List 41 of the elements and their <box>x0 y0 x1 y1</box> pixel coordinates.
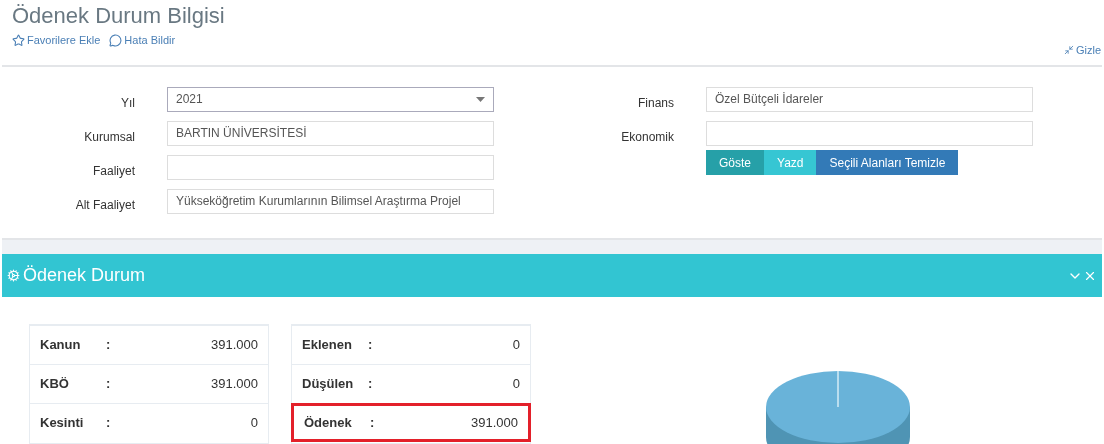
separator: : <box>370 413 375 432</box>
star-icon <box>12 33 25 47</box>
separator: : <box>106 375 111 394</box>
row-value: 0 <box>512 375 520 394</box>
separator: : <box>368 375 373 394</box>
input-field[interactable] <box>167 154 494 180</box>
field-label: Faaliyet <box>91 163 135 180</box>
row-label: Düşülen <box>302 375 355 394</box>
panel-title: Ödenek Durum <box>23 264 147 287</box>
page-title: Ödenek Durum Bilgisi <box>12 2 226 30</box>
row-label: Ödenek <box>304 413 353 432</box>
speech-bubble-icon <box>109 33 123 47</box>
row-value: 391.000 <box>211 375 258 394</box>
input-field[interactable]: Yükseköğretim Kurumlarının Bilimsel Araştırma Projel <box>167 188 494 214</box>
field-label: Alt Faaliyet <box>74 197 135 214</box>
row-label: Eklenen <box>302 336 353 355</box>
row-value: 0 <box>512 336 520 355</box>
separator: : <box>106 414 111 433</box>
select-field[interactable]: 2021 <box>167 86 494 112</box>
input-field[interactable] <box>706 120 1033 146</box>
row-label: KBÖ <box>40 375 70 394</box>
field-label: Ekonomik <box>620 129 674 146</box>
toolbar-link[interactable]: Favorilere Ekle <box>12 32 101 49</box>
row-value: 391.000 <box>211 336 258 355</box>
row-label: Kesinti <box>40 414 85 433</box>
field-label: Kurumsal <box>83 129 135 146</box>
input-field[interactable]: BARTIN ÜNİVERSİTESİ <box>167 120 494 146</box>
separator: : <box>106 336 111 355</box>
caret-icon <box>476 96 485 102</box>
action-button[interactable]: Göste <box>706 150 764 175</box>
input-field[interactable]: Özel Bütçeli İdareler <box>706 86 1033 112</box>
field-label: Yıl <box>120 95 135 112</box>
row-value: 391.000 <box>471 413 518 432</box>
action-button[interactable]: Seçili Alanları Temizle <box>816 150 959 175</box>
row-value: 0 <box>250 414 258 433</box>
toolbar-link[interactable]: Hata Bildir <box>109 32 176 49</box>
hide-link[interactable]: Gizle <box>1063 42 1101 59</box>
row-label: Kanun <box>40 336 82 355</box>
shrink-icon <box>1063 45 1074 56</box>
separator: : <box>368 336 373 355</box>
field-label: Finans <box>636 95 674 112</box>
